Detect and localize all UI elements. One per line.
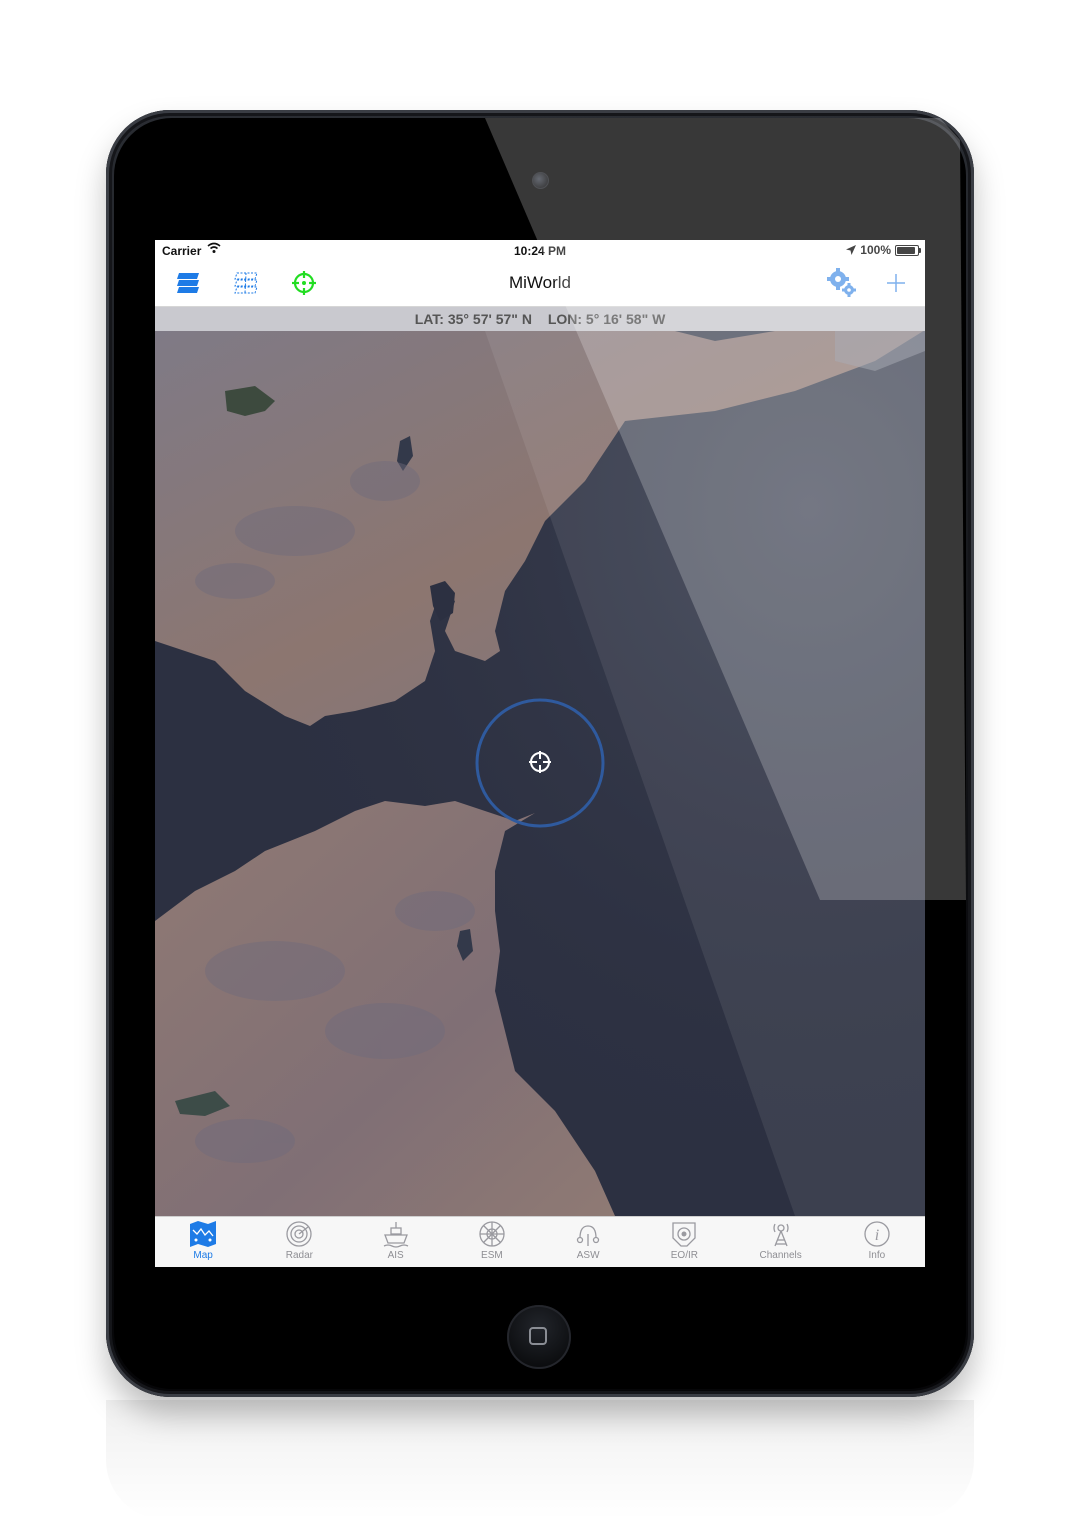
add-button[interactable] — [881, 268, 911, 298]
tab-label: Channels — [759, 1250, 802, 1261]
tab-bar: Map Radar AIS ESM ASW EO/IR Channels i I… — [155, 1216, 925, 1267]
device-reflection — [106, 1400, 974, 1520]
radar-icon — [286, 1221, 313, 1247]
tab-label: ESM — [481, 1250, 503, 1261]
tab-info[interactable]: i Info — [829, 1217, 925, 1267]
map-icon — [190, 1221, 217, 1247]
tab-radar[interactable]: Radar — [251, 1217, 347, 1267]
latitude-label: LAT: 35° 57' 57" N — [414, 311, 532, 327]
status-bar: Carrier 10:24 PM 100% — [155, 240, 925, 260]
info-icon: i — [864, 1221, 890, 1247]
ship-icon — [383, 1222, 408, 1248]
location-arrow-icon — [846, 245, 857, 255]
coordinate-readout: LAT: 35° 57' 57" N LON: 5° 16' 58" W — [155, 307, 925, 331]
tab-label: Info — [868, 1250, 886, 1261]
tab-channels[interactable]: Channels — [733, 1217, 829, 1267]
tab-esm[interactable]: ESM — [444, 1217, 540, 1267]
app-screen: Carrier 10:24 PM 100% MiWorld LAT: 35° 5… — [155, 240, 925, 1267]
crosshair-icon — [529, 751, 551, 773]
battery-icon — [895, 244, 921, 256]
longitude-label: LON: 5° 16' 58" W — [547, 311, 666, 327]
tab-label: AIS — [387, 1250, 404, 1261]
antenna-icon — [772, 1223, 789, 1247]
esm-icon — [479, 1221, 505, 1247]
status-time: 10:24 PM — [513, 244, 567, 258]
plus-icon — [887, 274, 905, 292]
tab-label: ASW — [576, 1250, 600, 1261]
settings-button[interactable] — [827, 268, 857, 298]
navigation-bar: MiWorld — [155, 260, 925, 307]
battery-status: 100% — [846, 243, 921, 257]
tab-label: Radar — [285, 1250, 313, 1261]
tab-asw[interactable]: ASW — [540, 1217, 636, 1267]
tab-eoir[interactable]: EO/IR — [636, 1217, 732, 1267]
camera-icon — [672, 1222, 697, 1247]
tab-ais[interactable]: AIS — [348, 1217, 444, 1267]
gears-icon — [827, 268, 856, 297]
page-title: MiWorld — [508, 273, 572, 292]
svg-text:i: i — [875, 1227, 879, 1244]
tab-label: EO/IR — [670, 1250, 698, 1261]
front-camera — [532, 172, 549, 189]
battery-percent: 100% — [860, 243, 891, 257]
tab-map[interactable]: Map — [155, 1217, 251, 1267]
home-square-icon — [529, 1327, 547, 1345]
home-button[interactable] — [507, 1305, 571, 1369]
sonar-icon — [576, 1225, 600, 1246]
tab-label: Map — [193, 1250, 213, 1261]
